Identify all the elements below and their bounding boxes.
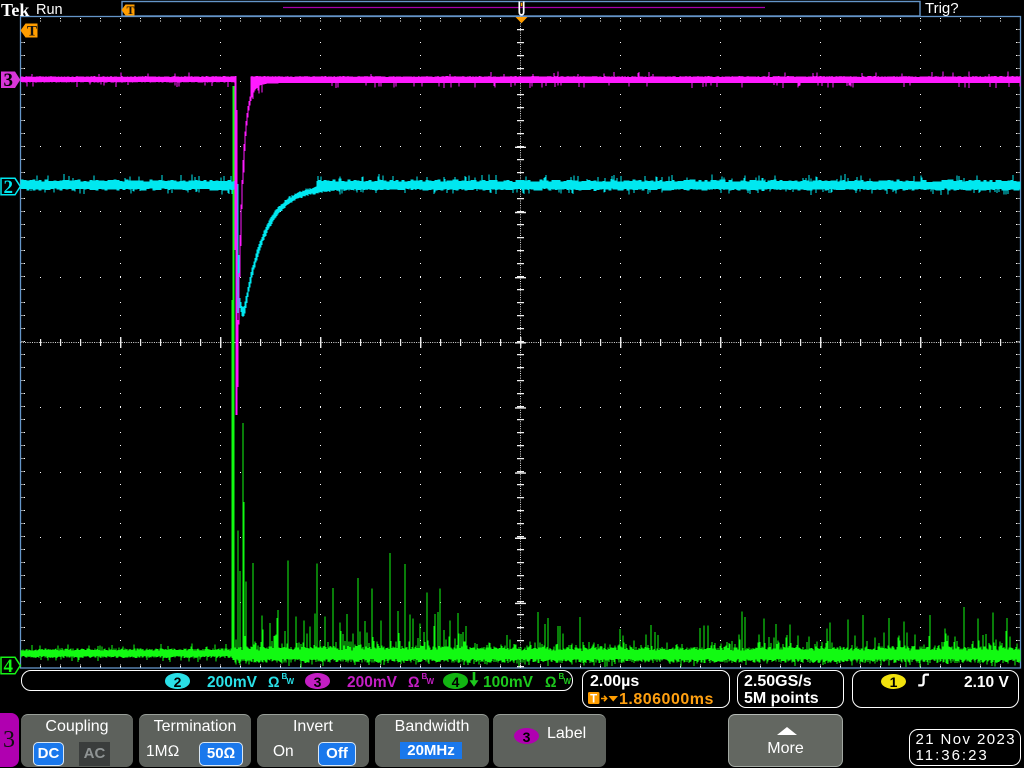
svg-text:T: T	[27, 24, 37, 40]
svg-text:T: T	[590, 693, 597, 705]
svg-text:T: T	[127, 3, 135, 17]
